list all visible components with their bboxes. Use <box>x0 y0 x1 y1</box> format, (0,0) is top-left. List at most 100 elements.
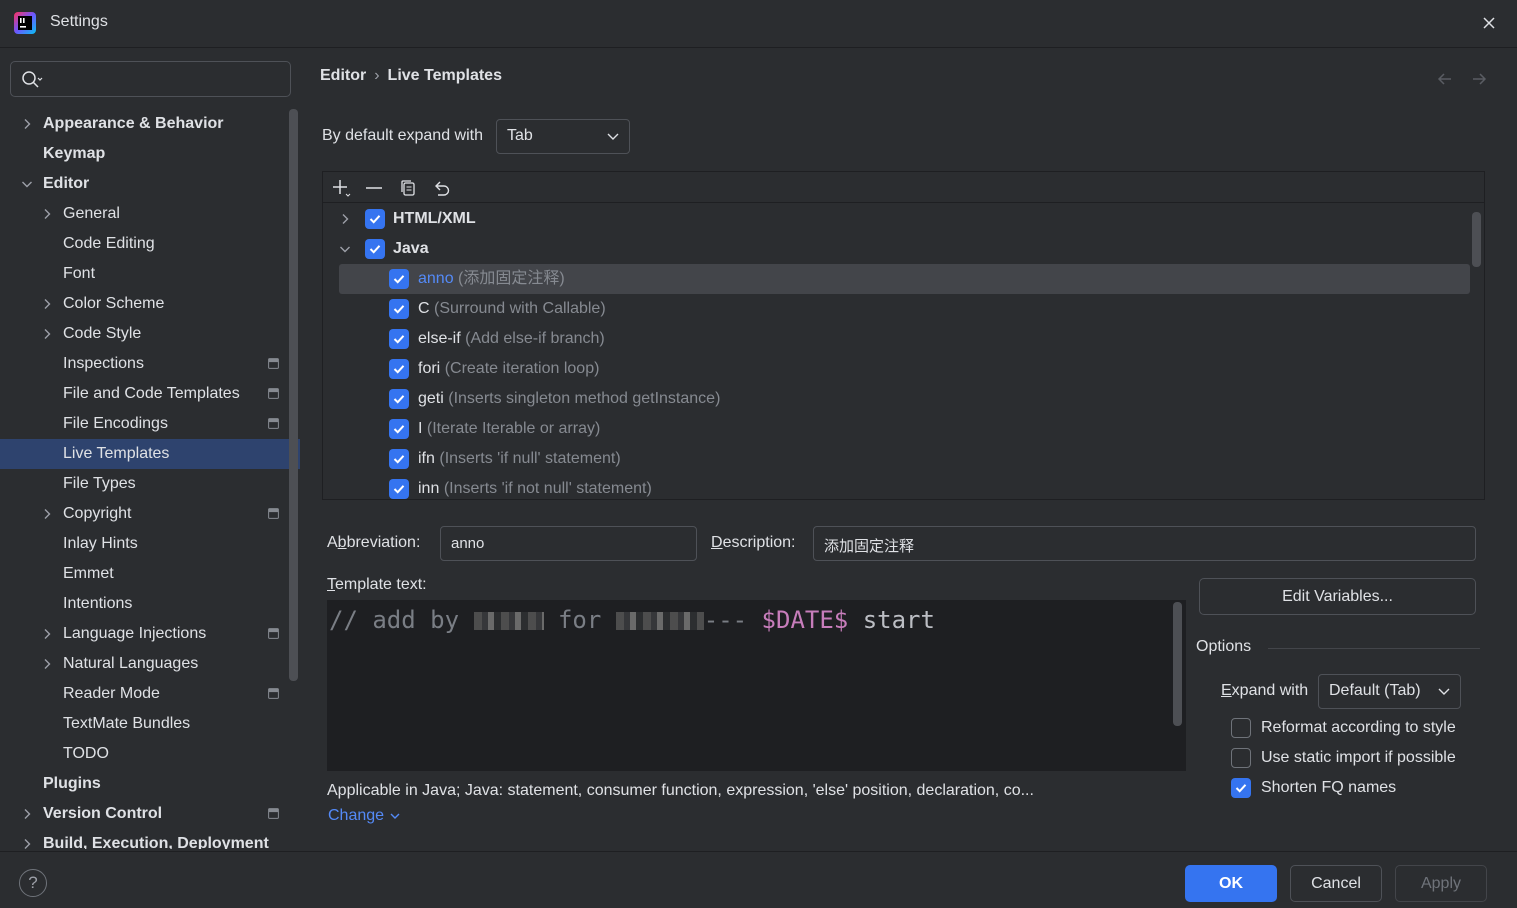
option-checkbox[interactable] <box>1231 778 1251 798</box>
group-checkbox[interactable] <box>365 239 385 259</box>
sidebar-item-file-types[interactable]: File Types <box>0 469 300 499</box>
apply-button[interactable]: Apply <box>1395 865 1487 902</box>
sidebar-item-label: Keymap <box>43 145 106 162</box>
sidebar-item-code-editing[interactable]: Code Editing <box>0 229 300 259</box>
sidebar-item-label: Version Control <box>43 805 163 822</box>
chevron-right-icon[interactable] <box>41 628 53 640</box>
sidebar-item-build-execution-deployment[interactable]: Build, Execution, Deployment <box>0 829 300 849</box>
expand-with-dropdown[interactable]: Default (Tab) <box>1318 674 1461 709</box>
chevron-right-icon[interactable] <box>41 508 53 520</box>
template-row[interactable]: else-if (Add else-if branch) <box>339 324 1470 354</box>
close-icon[interactable] <box>1478 12 1500 34</box>
restore-default-icon[interactable] <box>432 178 452 198</box>
template-text-label: Template text: <box>327 576 427 593</box>
breadcrumb-parent[interactable]: Editor <box>320 67 366 85</box>
duplicate-template-icon[interactable] <box>398 178 418 198</box>
template-description: (Surround with Callable) <box>434 300 606 317</box>
sidebar-item-language-injections[interactable]: Language Injections <box>0 619 300 649</box>
chevron-right-icon[interactable] <box>41 658 53 670</box>
editor-scrollbar[interactable] <box>1173 602 1182 726</box>
template-description: (Inserts singleton method getInstance) <box>448 390 721 407</box>
chevron-right-icon[interactable] <box>339 213 351 225</box>
default-expand-dropdown[interactable]: Tab <box>496 119 630 154</box>
template-row[interactable]: fori (Create iteration loop) <box>339 354 1470 384</box>
template-group-row[interactable]: Java <box>339 234 1470 264</box>
template-checkbox[interactable] <box>389 329 409 349</box>
change-contexts-link[interactable]: Change <box>328 807 401 825</box>
sidebar-item-todo[interactable]: TODO <box>0 739 300 769</box>
sidebar-item-emmet[interactable]: Emmet <box>0 559 300 589</box>
edit-variables-button[interactable]: Edit Variables... <box>1199 578 1476 615</box>
template-abbreviation: fori <box>418 360 441 377</box>
sidebar-item-appearance-behavior[interactable]: Appearance & Behavior <box>0 109 300 139</box>
template-checkbox[interactable] <box>389 299 409 319</box>
template-checkbox[interactable] <box>389 479 409 499</box>
search-field[interactable] <box>49 68 279 90</box>
option-checkbox-row[interactable]: Shorten FQ names <box>1231 778 1491 800</box>
change-label[interactable]: Change <box>328 807 384 824</box>
sidebar-item-keymap[interactable]: Keymap <box>0 139 300 169</box>
sidebar-item-label: Natural Languages <box>63 655 199 672</box>
sidebar-item-version-control[interactable]: Version Control <box>0 799 300 829</box>
template-checkbox[interactable] <box>389 449 409 469</box>
sidebar-item-color-scheme[interactable]: Color Scheme <box>0 289 300 319</box>
back-arrow-icon[interactable] <box>1436 70 1454 88</box>
template-text-editor[interactable]: // add by for --- $DATE$ start <box>327 600 1186 771</box>
template-row[interactable]: inn (Inserts 'if not null' statement) <box>339 474 1470 504</box>
templates-scrollbar[interactable] <box>1472 212 1481 267</box>
sidebar-item-live-templates[interactable]: Live Templates <box>0 439 300 469</box>
forward-arrow-icon[interactable] <box>1470 70 1488 88</box>
sidebar-item-inlay-hints[interactable]: Inlay Hints <box>0 529 300 559</box>
chevron-down-icon <box>607 133 619 140</box>
option-checkbox-row[interactable]: Reformat according to style <box>1231 718 1491 740</box>
sidebar-item-reader-mode[interactable]: Reader Mode <box>0 679 300 709</box>
sidebar-item-plugins[interactable]: Plugins <box>0 769 300 799</box>
template-checkbox[interactable] <box>389 389 409 409</box>
template-row[interactable]: I (Iterate Iterable or array) <box>339 414 1470 444</box>
template-checkbox[interactable] <box>389 269 409 289</box>
template-row[interactable]: anno (添加固定注释) <box>339 264 1470 294</box>
sidebar-item-natural-languages[interactable]: Natural Languages <box>0 649 300 679</box>
help-button[interactable]: ? <box>19 869 47 897</box>
option-checkbox[interactable] <box>1231 748 1251 768</box>
sidebar-item-inspections[interactable]: Inspections <box>0 349 300 379</box>
template-description: (Iterate Iterable or array) <box>426 420 601 437</box>
chevron-right-icon[interactable] <box>41 328 53 340</box>
option-checkbox[interactable] <box>1231 718 1251 738</box>
sidebar-item-code-style[interactable]: Code Style <box>0 319 300 349</box>
add-template-icon[interactable] <box>331 178 351 198</box>
abbreviation-field[interactable]: anno <box>440 526 697 561</box>
sidebar-item-editor[interactable]: Editor <box>0 169 300 199</box>
sidebar-item-intentions[interactable]: Intentions <box>0 589 300 619</box>
sidebar-item-copyright[interactable]: Copyright <box>0 499 300 529</box>
template-row[interactable]: geti (Inserts singleton method getInstan… <box>339 384 1470 414</box>
template-checkbox[interactable] <box>389 359 409 379</box>
template-checkbox[interactable] <box>389 419 409 439</box>
remove-template-icon[interactable] <box>364 178 384 198</box>
options-title: Options <box>1196 638 1252 655</box>
group-checkbox[interactable] <box>365 209 385 229</box>
sidebar-item-general[interactable]: General <box>0 199 300 229</box>
sidebar-item-textmate-bundles[interactable]: TextMate Bundles <box>0 709 300 739</box>
chevron-right-icon[interactable] <box>21 118 33 130</box>
description-field[interactable]: 添加固定注释 <box>813 526 1476 561</box>
sidebar-item-font[interactable]: Font <box>0 259 300 289</box>
template-row[interactable]: ifn (Inserts 'if null' statement) <box>339 444 1470 474</box>
sidebar-scrollbar[interactable] <box>289 109 298 681</box>
template-description: (Add else-if branch) <box>465 330 605 347</box>
chevron-right-icon[interactable] <box>41 298 53 310</box>
chevron-right-icon[interactable] <box>21 838 33 849</box>
option-checkbox-row[interactable]: Use static import if possible <box>1231 748 1491 770</box>
template-row[interactable]: C (Surround with Callable) <box>339 294 1470 324</box>
cancel-button[interactable]: Cancel <box>1290 865 1382 902</box>
expand-with-value: Default (Tab) <box>1329 682 1421 699</box>
sidebar-item-file-encodings[interactable]: File Encodings <box>0 409 300 439</box>
chevron-right-icon[interactable] <box>41 208 53 220</box>
chevron-down-icon[interactable] <box>21 178 33 190</box>
chevron-down-icon[interactable] <box>339 243 351 255</box>
settings-search-input[interactable] <box>10 61 291 97</box>
ok-button[interactable]: OK <box>1185 865 1277 902</box>
template-group-row[interactable]: HTML/XML <box>339 204 1470 234</box>
chevron-right-icon[interactable] <box>21 808 33 820</box>
sidebar-item-file-and-code-templates[interactable]: File and Code Templates <box>0 379 300 409</box>
